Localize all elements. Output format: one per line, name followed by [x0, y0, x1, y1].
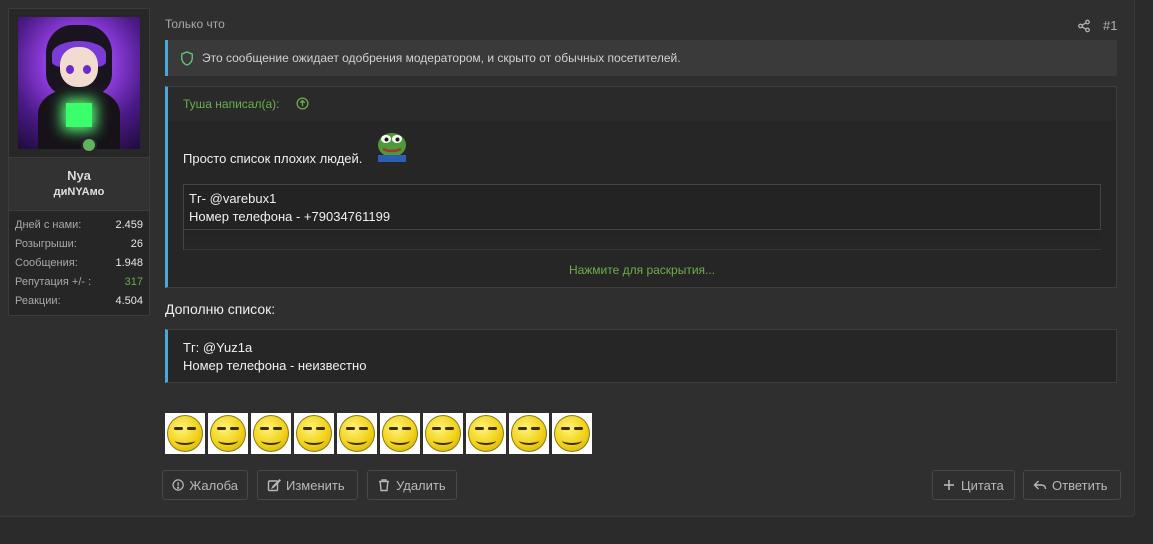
username[interactable]: Nya	[9, 168, 149, 183]
user-card: Nya диNYAмо Дней с нами: 2.459 Розыгрыши…	[8, 8, 150, 316]
quote-block: Туша написал(а): Просто список плохих лю…	[165, 86, 1117, 288]
arrow-up-circle-icon[interactable]	[296, 97, 309, 110]
quote-button[interactable]: Цитата	[932, 470, 1015, 500]
quote-label: Цитата	[961, 477, 1004, 493]
message-text: Дополню список:	[165, 301, 276, 317]
user-title: диNYAмо	[53, 186, 105, 198]
delete-button[interactable]: Удалить	[367, 470, 457, 500]
plus-icon	[944, 480, 954, 490]
quote-block-2: Тг: @Yuz1a Номер телефона - неизвестно	[165, 329, 1117, 383]
quote-author-link[interactable]: Туша написал(а):	[183, 97, 279, 111]
reply-label: Ответить	[1052, 477, 1108, 493]
smirk-smiley-icon	[380, 413, 420, 454]
notice-text: Это сообщение ожидает одобрения модерато…	[202, 51, 681, 65]
user-stats: Дней с нами: 2.459 Розыгрыши: 26 Сообщен…	[15, 216, 143, 311]
stat-value: 2.459	[115, 219, 143, 231]
avatar-container	[9, 9, 149, 157]
username-block: Nya диNYAмо	[9, 157, 149, 211]
stat-value: 4.504	[115, 295, 143, 307]
smiley-row	[165, 413, 592, 454]
stat-messages: Сообщения: 1.948	[15, 254, 143, 273]
quote-text: Просто список плохих людей.	[183, 151, 363, 166]
stat-reputation: Репутация +/- : 317	[15, 273, 143, 292]
alert-circle-icon	[172, 479, 184, 491]
smirk-smiley-icon	[552, 413, 592, 454]
stat-value: 26	[130, 238, 143, 250]
stat-label: Репутация +/- :	[15, 276, 92, 288]
smirk-smiley-icon	[423, 413, 463, 454]
report-label: Жалоба	[189, 477, 238, 493]
expand-quote-link[interactable]: Нажмите для раскрытия...	[168, 263, 1116, 277]
smirk-smiley-icon	[466, 413, 506, 454]
smirk-smiley-icon	[509, 413, 549, 454]
stat-label: Реакции:	[15, 295, 61, 307]
post-number[interactable]: #1	[1103, 18, 1117, 33]
stat-label: Сообщения:	[15, 257, 78, 269]
quote-line: Тг: @Yuz1a	[183, 340, 253, 355]
stat-value: 317	[124, 276, 143, 288]
avatar[interactable]	[18, 17, 140, 149]
reply-icon	[1033, 480, 1047, 490]
stat-value: 1.948	[115, 257, 143, 269]
online-status-icon	[81, 137, 97, 153]
shield-check-icon	[181, 51, 193, 66]
smirk-smiley-icon	[294, 413, 334, 454]
stat-days: Дней с нами: 2.459	[15, 216, 143, 235]
trash-icon	[379, 479, 389, 492]
quote-line: Номер телефона - неизвестно	[183, 358, 367, 373]
delete-label: Удалить	[396, 477, 446, 493]
edit-icon	[267, 479, 281, 492]
inner-quote-fade	[183, 230, 1101, 250]
inner-quote: Тг- @varebux1 Номер телефона - +79034761…	[183, 184, 1101, 230]
stat-reactions: Реакции: 4.504	[15, 292, 143, 311]
reply-button[interactable]: Ответить	[1023, 470, 1121, 500]
message-post: Nya диNYAмо Дней с нами: 2.459 Розыгрыши…	[0, 0, 1135, 517]
smirk-smiley-icon	[337, 413, 377, 454]
share-icon[interactable]	[1077, 19, 1091, 33]
stat-giveaways: Розыгрыши: 26	[15, 235, 143, 254]
edit-label: Изменить	[286, 477, 345, 493]
smirk-smiley-icon	[208, 413, 248, 454]
pepe-emoji	[378, 133, 406, 162]
stat-label: Дней с нами:	[15, 219, 82, 231]
smirk-smiley-icon	[251, 413, 291, 454]
report-button[interactable]: Жалоба	[162, 470, 248, 500]
post-time[interactable]: Только что	[165, 17, 225, 31]
moderation-notice: Это сообщение ожидает одобрения модерато…	[165, 40, 1117, 76]
quote-header: Туша написал(а):	[168, 87, 1116, 121]
edit-button[interactable]: Изменить	[257, 470, 358, 500]
inner-quote-line: Номер телефона - +79034761199	[189, 209, 391, 224]
stat-label: Розыгрыши:	[15, 238, 77, 250]
smirk-smiley-icon	[165, 413, 205, 454]
inner-quote-line: Тг- @varebux1	[189, 191, 277, 206]
